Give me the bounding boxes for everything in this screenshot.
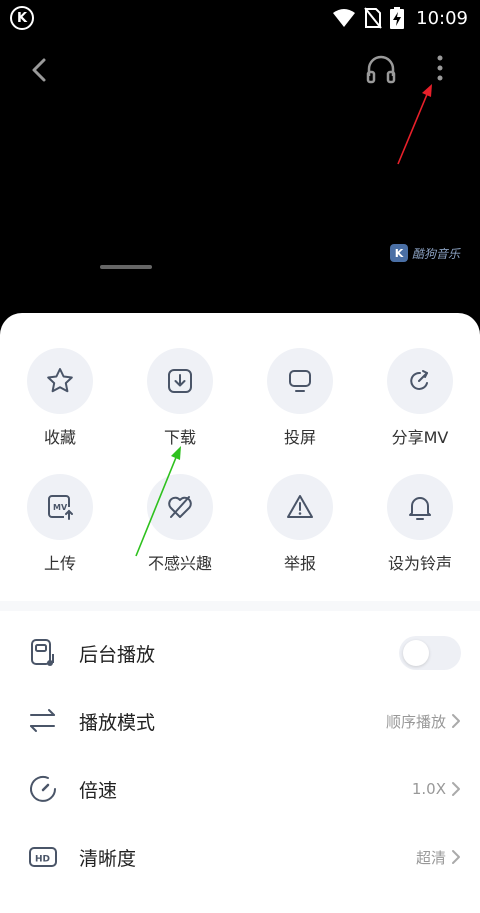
chevron-right-icon (452, 714, 460, 728)
action-upload[interactable]: MV 上传 (0, 474, 120, 594)
setting-label: 后台播放 (79, 643, 156, 666)
setting-label: 播放模式 (79, 711, 156, 734)
wifi-icon (333, 9, 356, 27)
action-not-interested[interactable]: 不感兴趣 (120, 474, 240, 594)
action-label: 分享MV (391, 428, 449, 447)
action-circle[interactable] (267, 474, 333, 540)
action-collect[interactable]: 收藏 (0, 348, 120, 468)
status-bar: K 10:09 (0, 0, 480, 36)
action-circle[interactable]: MV (27, 474, 93, 540)
watermark-text: 酷狗音乐 (412, 246, 461, 261)
report-icon (287, 495, 313, 518)
mv-options-sheet: 收藏 下载 投屏 分享MV MV 上传 不感兴趣 举报 设为铃声 后台播放 播放… (0, 313, 480, 913)
play-order-icon (30, 709, 55, 732)
action-label: 举报 (283, 554, 316, 573)
action-download[interactable]: 下载 (120, 348, 240, 468)
video-player[interactable]: K 酷狗音乐 (0, 36, 480, 336)
speed-gauge-icon (30, 775, 56, 802)
setting-speed[interactable]: 倍速 1.0X (0, 755, 480, 823)
setting-play-mode[interactable]: 播放模式 顺序播放 (0, 687, 480, 755)
upload-mv-icon: MV (48, 495, 73, 520)
background-play-icon (31, 639, 54, 666)
action-label: 投屏 (283, 428, 316, 447)
setting-value: 超清 (415, 848, 446, 867)
battery-charging-icon (390, 7, 405, 29)
section-divider (0, 601, 480, 611)
setting-background-play: 后台播放 (0, 619, 480, 687)
action-circle[interactable] (387, 348, 453, 414)
action-label: 上传 (43, 554, 76, 573)
watermark-logo-icon: K (390, 244, 408, 262)
action-circle[interactable] (147, 474, 213, 540)
action-circle[interactable] (147, 348, 213, 414)
action-grid: 收藏 下载 投屏 分享MV MV 上传 不感兴趣 举报 设为铃声 (0, 348, 480, 598)
share-icon (410, 370, 428, 390)
svg-text:MV: MV (53, 503, 68, 512)
not-interested-icon (168, 496, 192, 518)
cast-screen-icon (289, 370, 311, 392)
back-icon[interactable] (24, 54, 56, 86)
action-share[interactable]: 分享MV (360, 348, 480, 468)
action-circle[interactable] (27, 348, 93, 414)
chevron-right-icon (452, 782, 460, 796)
status-icons: 10:09 (332, 6, 468, 30)
ringtone-bell-icon (409, 497, 431, 520)
setting-value: 顺序播放 (385, 712, 446, 731)
background-play-toggle[interactable] (399, 636, 461, 670)
setting-value: 1.0X (411, 780, 446, 798)
action-report[interactable]: 举报 (240, 474, 360, 594)
headphones-icon[interactable] (364, 52, 398, 86)
action-circle[interactable] (267, 348, 333, 414)
action-label: 不感兴趣 (147, 554, 212, 573)
app-logo-icon: K (10, 6, 34, 30)
status-time: 10:09 (416, 7, 468, 29)
chevron-right-icon (452, 850, 460, 864)
setting-label: 清晰度 (79, 847, 137, 870)
action-circle[interactable] (387, 474, 453, 540)
download-icon (168, 369, 192, 393)
setting-label: 倍速 (79, 779, 118, 802)
setting-quality[interactable]: HD 清晰度 超清 (0, 823, 480, 891)
action-ringtone[interactable]: 设为铃声 (360, 474, 480, 594)
watermark: K 酷狗音乐 (390, 244, 460, 262)
action-cast[interactable]: 投屏 (240, 348, 360, 468)
hd-icon: HD (29, 847, 57, 867)
more-vertical-icon[interactable] (426, 52, 454, 86)
toggle-knob (403, 640, 429, 666)
action-label: 设为铃声 (387, 554, 452, 573)
action-label: 收藏 (43, 428, 76, 447)
action-label: 下载 (163, 428, 196, 447)
star-icon (47, 368, 73, 393)
svg-text:HD: HD (35, 855, 50, 865)
mini-progress-bar (100, 265, 152, 269)
no-sim-icon (364, 7, 382, 29)
